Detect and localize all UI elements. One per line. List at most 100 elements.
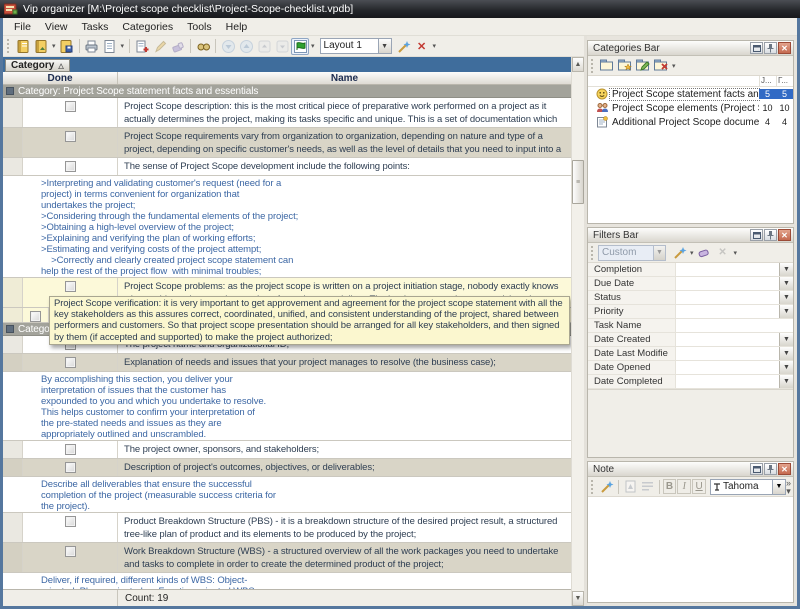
insert-object-icon[interactable]: [622, 478, 639, 495]
done-cell[interactable]: [23, 459, 118, 476]
vertical-scrollbar[interactable]: ▲ ≡ ▼: [571, 57, 584, 606]
menu-help[interactable]: Help: [219, 19, 255, 35]
close-panel-icon[interactable]: ✕: [778, 229, 791, 241]
float-panel-icon[interactable]: [750, 42, 763, 54]
menu-categories[interactable]: Categories: [115, 19, 180, 35]
done-cell[interactable]: [23, 158, 118, 175]
task-text[interactable]: Work Breakdown Structure (WBS) - a struc…: [118, 543, 571, 572]
menu-view[interactable]: View: [38, 19, 75, 35]
collapse-all-icon[interactable]: [255, 38, 273, 55]
task-row[interactable]: The sense of Project Scope development i…: [3, 158, 571, 176]
task-row[interactable]: Project Scope description: this is the m…: [3, 98, 571, 128]
filter-dropdown-icon[interactable]: ▼: [779, 361, 793, 374]
toolbar-overflow-icon[interactable]: »▾: [786, 479, 791, 495]
task-checkbox[interactable]: [65, 357, 76, 368]
filter-preset-arrow-icon[interactable]: ▼: [653, 245, 666, 261]
filter-dropdown-icon[interactable]: ▼: [779, 291, 793, 304]
edit-category-icon[interactable]: [634, 57, 652, 74]
menu-tools[interactable]: Tools: [180, 19, 219, 35]
delete-category-icon[interactable]: [652, 57, 670, 74]
task-text[interactable]: Explanation of needs and issues that you…: [118, 354, 571, 371]
toolbar-options-icon[interactable]: ▾: [431, 42, 439, 50]
task-row[interactable]: The project owner, sponsors, and stakeho…: [3, 441, 571, 459]
font-combo[interactable]: Tahoma ▼: [710, 479, 786, 495]
layout-combo[interactable]: Layout 1 ▼: [320, 38, 392, 54]
scroll-down-icon[interactable]: ▼: [572, 591, 584, 606]
delete-filter-icon[interactable]: ✕: [714, 244, 732, 261]
toolbar-grip[interactable]: [591, 59, 595, 73]
scrollbar-thumb[interactable]: ≡: [572, 160, 584, 204]
task-text[interactable]: The sense of Project Scope development i…: [118, 158, 571, 175]
paragraph-icon[interactable]: [639, 478, 656, 495]
close-panel-icon[interactable]: ✕: [778, 42, 791, 54]
column-header-name[interactable]: Name: [118, 72, 571, 84]
done-cell[interactable]: [23, 308, 49, 322]
task-checkbox[interactable]: [30, 311, 41, 322]
category-label[interactable]: Project Scope statement facts and essent…: [610, 89, 759, 100]
filter-dropdown-icon[interactable]: ▼: [779, 375, 793, 388]
scroll-up-icon[interactable]: ▲: [572, 57, 584, 72]
task-text[interactable]: Description of project's outcomes, objec…: [118, 459, 571, 476]
clear-filter-icon[interactable]: [696, 244, 714, 261]
task-checkbox[interactable]: [65, 101, 76, 112]
layout-combo-arrow-icon[interactable]: ▼: [378, 38, 392, 54]
categories-toolbar-options-icon[interactable]: ▾: [670, 62, 678, 70]
delete-layout-icon[interactable]: ✕: [413, 38, 431, 55]
expand-all-icon[interactable]: [273, 38, 291, 55]
task-row[interactable]: Explanation of needs and issues that you…: [3, 354, 571, 372]
task-text[interactable]: Product Breakdown Structure (PBS) - it i…: [118, 513, 571, 542]
toolbar-grip[interactable]: [591, 246, 595, 260]
print-icon[interactable]: [83, 38, 101, 55]
group-by-category-button[interactable]: Category △: [5, 59, 70, 72]
column-header-done[interactable]: Done: [3, 72, 118, 84]
note-wand-icon[interactable]: [598, 478, 615, 495]
new-database-icon[interactable]: [14, 38, 32, 55]
pin-panel-icon[interactable]: [764, 463, 777, 475]
apply-filter-dropdown-icon[interactable]: ▾: [688, 249, 696, 257]
print-dropdown-icon[interactable]: ▾: [119, 42, 127, 50]
task-row[interactable]: Description of project's outcomes, objec…: [3, 459, 571, 477]
note-editor[interactable]: [588, 497, 793, 602]
count-column-header[interactable]: J...: [759, 76, 776, 86]
menu-tasks[interactable]: Tasks: [75, 19, 116, 35]
done-cell[interactable]: [23, 513, 118, 542]
filter-value[interactable]: [676, 333, 779, 346]
task-row-expanded[interactable]: Project Scope verification: it is very i…: [3, 308, 571, 323]
category-label[interactable]: Additional Project Scope documentation (…: [610, 117, 759, 128]
apply-filter-icon[interactable]: [670, 244, 688, 261]
task-row[interactable]: Work Breakdown Structure (WBS) - a struc…: [3, 543, 571, 573]
open-database-icon[interactable]: [32, 38, 50, 55]
task-row[interactable]: Project Scope requirements vary from org…: [3, 128, 571, 158]
task-checkbox[interactable]: [65, 444, 76, 455]
task-checkbox[interactable]: [65, 131, 76, 142]
filter-value[interactable]: [676, 305, 779, 318]
category-item[interactable]: Project Scope statement facts and essent…: [588, 87, 793, 101]
bold-button[interactable]: B: [663, 479, 677, 494]
group-row[interactable]: Category: Project Scope statement facts …: [3, 85, 571, 98]
delete-task-icon[interactable]: [169, 38, 187, 55]
pin-panel-icon[interactable]: [764, 229, 777, 241]
new-subcategory-icon[interactable]: [616, 57, 634, 74]
apply-layout-icon[interactable]: [291, 38, 309, 55]
menu-file[interactable]: File: [7, 19, 38, 35]
filter-dropdown-icon[interactable]: ▼: [779, 305, 793, 318]
filter-value[interactable]: [676, 263, 779, 276]
task-checkbox[interactable]: [65, 516, 76, 527]
filter-dropdown-icon[interactable]: ▼: [779, 333, 793, 346]
task-checkbox[interactable]: [65, 281, 76, 292]
task-text[interactable]: Project Scope description: this is the m…: [118, 98, 571, 127]
count-column-header[interactable]: Г...: [776, 76, 793, 86]
layout-combo-value[interactable]: Layout 1: [320, 38, 378, 54]
italic-button[interactable]: I: [677, 479, 691, 494]
task-checkbox[interactable]: [65, 462, 76, 473]
task-text[interactable]: The project owner, sponsors, and stakeho…: [118, 441, 571, 458]
underline-button[interactable]: U: [692, 479, 706, 494]
move-down-icon[interactable]: [219, 38, 237, 55]
filter-dropdown-icon[interactable]: ▼: [779, 347, 793, 360]
done-cell[interactable]: [23, 543, 118, 572]
category-item[interactable]: Additional Project Scope documentation (…: [588, 115, 793, 129]
add-task-icon[interactable]: [133, 38, 151, 55]
float-panel-icon[interactable]: [750, 229, 763, 241]
filter-dropdown-icon[interactable]: ▼: [779, 263, 793, 276]
filter-value[interactable]: [676, 361, 779, 374]
